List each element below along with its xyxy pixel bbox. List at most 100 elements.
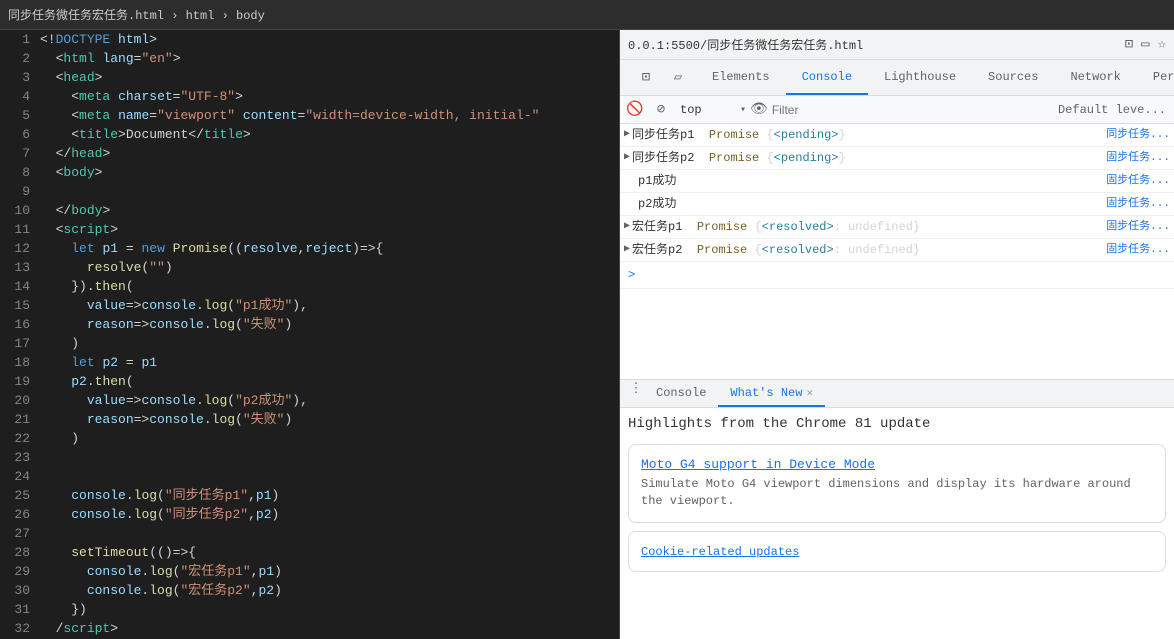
console-row: ▶ 宏任务p2 Promise {<resolved>: undefined} …: [620, 239, 1174, 262]
feature-link-1[interactable]: Moto G4 support in Device Mode: [641, 457, 1153, 472]
code-line: <meta name="viewport" content="width=dev…: [40, 106, 615, 125]
tab-lighthouse[interactable]: Lighthouse: [868, 60, 972, 95]
device-toggle-icon[interactable]: ▱: [664, 64, 692, 92]
code-line: <meta charset="UTF-8">: [40, 87, 615, 106]
code-line: <body>: [40, 163, 615, 182]
filter-input[interactable]: [772, 103, 1054, 117]
devtools-toolbar: 🚫 ⊘ top ▾ 👁 Default leve...: [620, 96, 1174, 124]
bottom-content: Highlights from the Chrome 81 update Mot…: [620, 408, 1174, 639]
main-area: 1 2 3 4 5 6 7 8 9 10 11 12 13 14 15 16 1…: [0, 30, 1174, 639]
expand-icon[interactable]: ▶: [624, 125, 630, 145]
tab-network[interactable]: Network: [1054, 60, 1136, 95]
bottom-panel: ⋮ Console What's New ✕ Highlights from t…: [620, 379, 1174, 639]
context-selector[interactable]: top: [676, 101, 736, 119]
devtools-url: 0.0.1:5500/同步任务微任务宏任务.html: [628, 36, 1117, 53]
breadcrumb: 同步任务微任务宏任务.html › html › body: [8, 6, 265, 23]
code-line: <head>: [40, 68, 615, 87]
feature-link-2[interactable]: Cookie-related updates: [641, 545, 799, 559]
expand-icon[interactable]: ▶: [624, 240, 630, 260]
tab-console[interactable]: Console: [786, 60, 868, 95]
device-icon[interactable]: ▭: [1141, 36, 1149, 53]
feature-card-1: Moto G4 support in Device Mode Simulate …: [628, 444, 1166, 523]
code-line: <!DOCTYPE html>: [40, 30, 615, 49]
clear-console-icon[interactable]: 🚫: [624, 99, 646, 121]
console-row: p1成功 固步任务...: [620, 170, 1174, 193]
code-line: [40, 467, 615, 486]
tab-performance[interactable]: Perfor...: [1137, 60, 1174, 95]
console-text: 同步任务p2 Promise {<pending>}: [632, 148, 1098, 168]
tab-close-icon[interactable]: ✕: [806, 386, 813, 400]
code-line: }).then(: [40, 277, 615, 296]
devtools-tabs: ⊡ ▱ Elements Console Lighthouse Sources …: [620, 60, 1174, 96]
code-content[interactable]: <!DOCTYPE html> <html lang="en"> <head> …: [36, 30, 619, 639]
bottom-tabs: ⋮ Console What's New ✕: [620, 380, 1174, 408]
default-level-label[interactable]: Default leve...: [1058, 103, 1170, 117]
console-row: ▶ 宏任务p1 Promise {<resolved>: undefined} …: [620, 216, 1174, 239]
code-line: [40, 182, 615, 201]
code-line: }): [40, 600, 615, 619]
code-line: resolve(""): [40, 258, 615, 277]
console-row: p2成功 固步任务...: [620, 193, 1174, 216]
bottom-panel-menu-icon[interactable]: ⋮: [628, 380, 644, 396]
code-line: reason=>console.log("失败"): [40, 315, 615, 334]
console-input-arrow: >: [624, 263, 639, 287]
console-output: ▶ 同步任务p1 Promise {<pending>} 同步任务... ▶ 同…: [620, 124, 1174, 379]
console-source[interactable]: 固步任务...: [1098, 240, 1170, 260]
code-line: let p2 = p1: [40, 353, 615, 372]
code-line: console.log("宏任务p2",p2): [40, 581, 615, 600]
devtools-panel: 0.0.1:5500/同步任务微任务宏任务.html ⊡ ▭ ☆ ⊡ ▱ Ele…: [620, 30, 1174, 639]
code-line: value=>console.log("p1成功"),: [40, 296, 615, 315]
browser-bar: 同步任务微任务宏任务.html › html › body: [0, 0, 1174, 30]
code-line: console.log("同步任务p1",p1): [40, 486, 615, 505]
context-arrow-icon: ▾: [740, 104, 746, 116]
console-text: 同步任务p1 Promise {<pending>}: [632, 125, 1098, 145]
star-icon[interactable]: ☆: [1158, 36, 1166, 53]
code-line: value=>console.log("p2成功"),: [40, 391, 615, 410]
code-line: ): [40, 429, 615, 448]
console-input-row: >: [620, 262, 1174, 289]
feature-desc-1: Simulate Moto G4 viewport dimensions and…: [641, 477, 1131, 508]
tab-elements[interactable]: Elements: [696, 60, 786, 95]
eye-icon[interactable]: 👁: [750, 101, 768, 118]
tab-bottom-whats-new[interactable]: What's New ✕: [718, 380, 825, 407]
code-line: console.log("宏任务p1",p1): [40, 562, 615, 581]
tab-bottom-console[interactable]: Console: [644, 380, 718, 407]
code-line: setTimeout(()=>{: [40, 543, 615, 562]
code-line: console.log("同步任务p2",p2): [40, 505, 615, 524]
expand-icon[interactable]: ▶: [624, 148, 630, 168]
whats-new-title: Highlights from the Chrome 81 update: [628, 416, 1166, 432]
console-source[interactable]: 固步任务...: [1098, 194, 1170, 214]
code-line: reason=>console.log("失败"): [40, 410, 615, 429]
line-numbers: 1 2 3 4 5 6 7 8 9 10 11 12 13 14 15 16 1…: [0, 30, 36, 639]
filter-bar: top ▾ 👁 Default leve...: [676, 101, 1170, 119]
tab-sources[interactable]: Sources: [972, 60, 1054, 95]
console-source[interactable]: 同步任务...: [1098, 125, 1170, 145]
console-source[interactable]: 固步任务...: [1098, 148, 1170, 168]
console-text: p1成功: [638, 171, 1098, 191]
console-text: 宏任务p1 Promise {<resolved>: undefined}: [632, 217, 1098, 237]
code-line: <title>Document</title>: [40, 125, 615, 144]
console-text: p2成功: [638, 194, 1098, 214]
feature-card-2: Cookie-related updates: [628, 531, 1166, 572]
console-source[interactable]: 固步任务...: [1098, 171, 1170, 191]
devtools-tab-icons: ⊡ ▱: [628, 60, 696, 95]
console-input[interactable]: [639, 268, 1170, 282]
code-line: <script>: [40, 220, 615, 239]
code-line: p2.then(: [40, 372, 615, 391]
filter-icon[interactable]: ⊘: [650, 99, 672, 121]
code-line: [40, 524, 615, 543]
code-line: </head>: [40, 144, 615, 163]
expand-icon[interactable]: ▶: [624, 217, 630, 237]
code-line: /script>: [40, 619, 615, 638]
code-line: let p1 = new Promise((resolve,reject)=>{: [40, 239, 615, 258]
console-source[interactable]: 固步任务...: [1098, 217, 1170, 237]
console-row: ▶ 同步任务p1 Promise {<pending>} 同步任务...: [620, 124, 1174, 147]
devtools-icons: ⊡ ▭ ☆: [1125, 36, 1166, 53]
devtools-url-bar: 0.0.1:5500/同步任务微任务宏任务.html ⊡ ▭ ☆: [620, 30, 1174, 60]
inspect-icon[interactable]: ⊡: [632, 64, 660, 92]
console-row: ▶ 同步任务p2 Promise {<pending>} 固步任务...: [620, 147, 1174, 170]
cursor-icon[interactable]: ⊡: [1125, 36, 1133, 53]
code-editor: 1 2 3 4 5 6 7 8 9 10 11 12 13 14 15 16 1…: [0, 30, 620, 639]
code-line: ): [40, 334, 615, 353]
console-text: 宏任务p2 Promise {<resolved>: undefined}: [632, 240, 1098, 260]
